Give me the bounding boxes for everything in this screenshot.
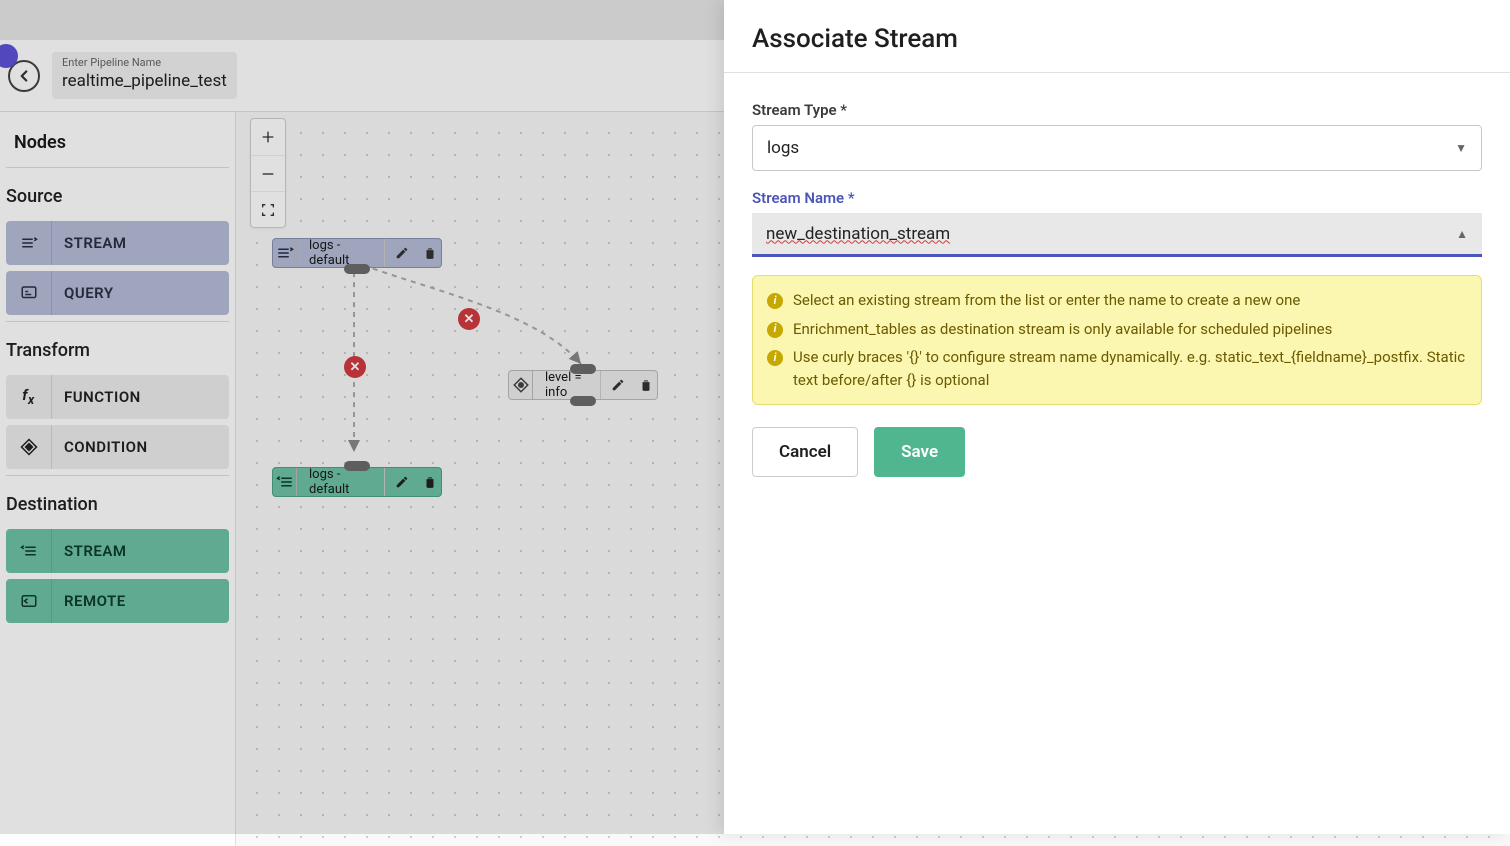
zoom-control bbox=[250, 118, 286, 228]
pencil-icon bbox=[611, 378, 625, 392]
sidebar-item-transform-function[interactable]: fx FUNCTION bbox=[6, 375, 229, 419]
stream-icon bbox=[276, 244, 294, 262]
edit-button[interactable] bbox=[391, 246, 413, 260]
edit-button[interactable] bbox=[391, 475, 413, 489]
condition-icon bbox=[512, 376, 530, 394]
remote-icon bbox=[20, 592, 38, 610]
node-label: logs - default bbox=[303, 239, 385, 267]
sidebar-heading: Nodes bbox=[6, 122, 229, 165]
sidebar-section-source: Source bbox=[6, 167, 229, 215]
cancel-button[interactable]: Cancel bbox=[752, 427, 858, 477]
zoom-fit-button[interactable] bbox=[251, 191, 285, 227]
arrow-left-icon bbox=[15, 67, 33, 85]
pipeline-name-input[interactable]: Enter Pipeline Name realtime_pipeline_te… bbox=[52, 52, 237, 99]
sidebar-item-label: REMOTE bbox=[52, 592, 126, 610]
condition-icon bbox=[20, 438, 38, 456]
trash-icon bbox=[423, 475, 437, 489]
chevron-up-icon: ▲ bbox=[1456, 227, 1468, 241]
info-icon: i bbox=[767, 350, 783, 366]
sidebar-section-destination: Destination bbox=[6, 475, 229, 523]
stream-type-select[interactable]: logs ▼ bbox=[752, 125, 1482, 171]
drawer-associate-stream: Associate Stream Stream Type * logs ▼ St… bbox=[724, 0, 1510, 834]
stream-icon bbox=[20, 234, 38, 252]
function-icon: fx bbox=[22, 386, 34, 408]
sidebar-item-source-query[interactable]: QUERY bbox=[6, 271, 229, 315]
stream-name-label: Stream Name * bbox=[752, 189, 1482, 207]
node-handle-in[interactable] bbox=[570, 364, 596, 374]
stream-type-label: Stream Type * bbox=[752, 101, 1482, 119]
sidebar-item-destination-remote[interactable]: REMOTE bbox=[6, 579, 229, 623]
node-source-stream[interactable]: logs - default bbox=[272, 238, 442, 268]
pencil-icon bbox=[395, 246, 409, 260]
node-handle-out[interactable] bbox=[570, 396, 596, 406]
edit-button[interactable] bbox=[607, 378, 629, 392]
edge-delete-button[interactable]: ✕ bbox=[344, 356, 366, 378]
sidebar-item-transform-condition[interactable]: CONDITION bbox=[6, 425, 229, 469]
trash-icon bbox=[423, 246, 437, 260]
close-icon: ✕ bbox=[350, 360, 361, 375]
plus-icon bbox=[260, 129, 276, 145]
sidebar-item-label: CONDITION bbox=[52, 438, 148, 456]
node-condition[interactable]: level = info bbox=[508, 370, 658, 400]
zoom-in-button[interactable] bbox=[251, 119, 285, 155]
info-line: iEnrichment_tables as destination stream… bbox=[767, 315, 1467, 344]
node-label: level = info bbox=[539, 371, 601, 399]
minus-icon bbox=[260, 166, 276, 182]
info-box: iSelect an existing stream from the list… bbox=[752, 275, 1482, 405]
delete-button[interactable] bbox=[635, 378, 657, 392]
drawer-title: Associate Stream bbox=[724, 0, 1510, 73]
pipeline-name-label: Enter Pipeline Name bbox=[52, 52, 237, 69]
info-line: iSelect an existing stream from the list… bbox=[767, 286, 1467, 315]
stream-name-value: new_destination_stream bbox=[766, 224, 950, 244]
node-destination-stream[interactable]: logs - default bbox=[272, 467, 442, 497]
node-handle-out[interactable] bbox=[344, 264, 370, 274]
sidebar: Nodes Source STREAM QUERY Transform fx F… bbox=[0, 112, 236, 846]
sidebar-item-source-stream[interactable]: STREAM bbox=[6, 221, 229, 265]
stream-type-value: logs bbox=[767, 138, 799, 158]
info-line: iUse curly braces '{}' to configure stre… bbox=[767, 343, 1467, 394]
delete-button[interactable] bbox=[419, 475, 441, 489]
sidebar-section-transform: Transform bbox=[6, 321, 229, 369]
delete-button[interactable] bbox=[419, 246, 441, 260]
sidebar-item-label: QUERY bbox=[52, 284, 114, 302]
stream-name-input[interactable]: new_destination_stream ▲ bbox=[752, 213, 1482, 257]
info-icon: i bbox=[767, 293, 783, 309]
query-icon bbox=[20, 284, 38, 302]
chevron-down-icon: ▼ bbox=[1455, 141, 1467, 155]
sidebar-item-label: STREAM bbox=[52, 542, 127, 560]
node-handle-in[interactable] bbox=[344, 461, 370, 471]
trash-icon bbox=[639, 378, 653, 392]
pipeline-name-value: realtime_pipeline_test bbox=[52, 69, 237, 99]
stream-icon bbox=[20, 542, 38, 560]
save-button[interactable]: Save bbox=[874, 427, 965, 477]
info-icon: i bbox=[767, 322, 783, 338]
node-label: logs - default bbox=[303, 468, 385, 496]
stream-icon bbox=[276, 473, 294, 491]
sidebar-item-destination-stream[interactable]: STREAM bbox=[6, 529, 229, 573]
pencil-icon bbox=[395, 475, 409, 489]
sidebar-item-label: FUNCTION bbox=[52, 388, 141, 406]
fullscreen-icon bbox=[260, 202, 276, 218]
edge-delete-button[interactable]: ✕ bbox=[458, 308, 480, 330]
close-icon: ✕ bbox=[464, 312, 475, 327]
sidebar-item-label: STREAM bbox=[52, 234, 127, 252]
zoom-out-button[interactable] bbox=[251, 155, 285, 191]
